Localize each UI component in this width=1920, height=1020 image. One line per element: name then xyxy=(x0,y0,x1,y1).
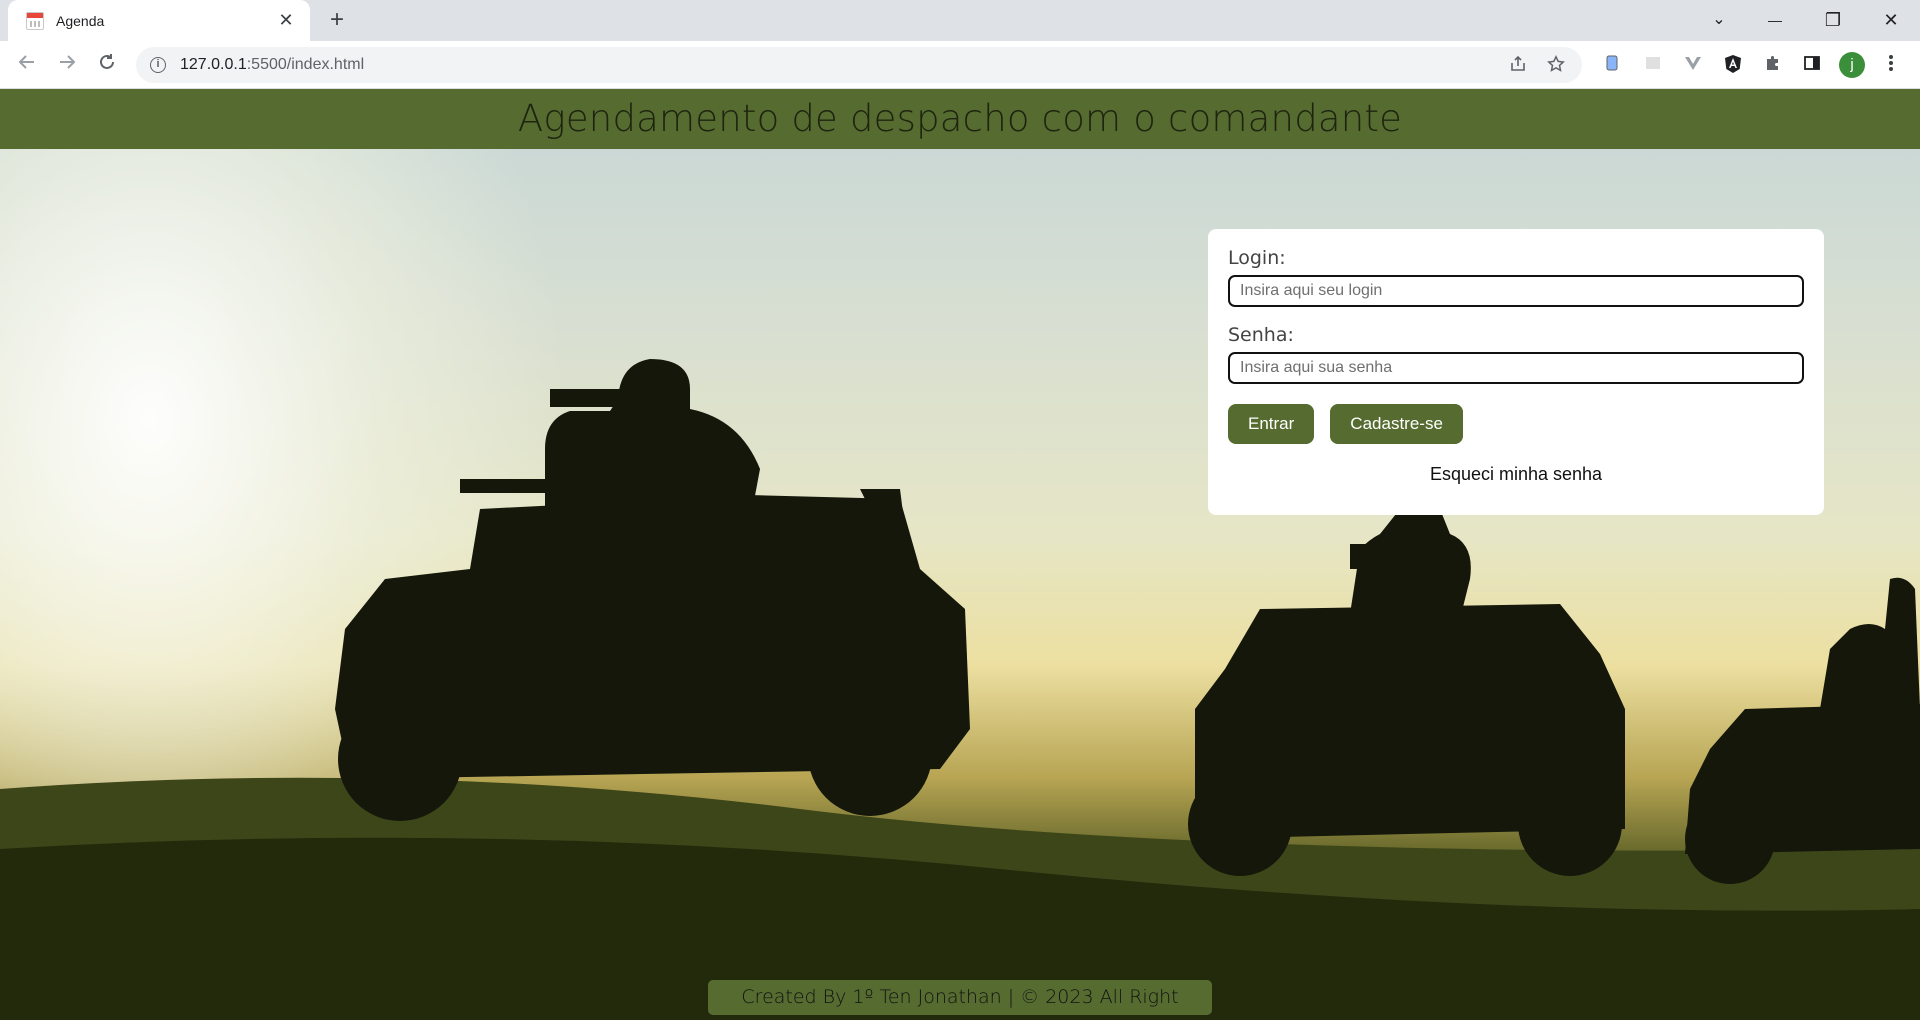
star-icon[interactable] xyxy=(1546,55,1566,75)
tab-title: Agenda xyxy=(56,12,105,29)
forgot-password-link[interactable]: Esqueci minha senha xyxy=(1228,464,1804,485)
login-label: Login: xyxy=(1228,247,1286,269)
password-input[interactable] xyxy=(1228,352,1804,384)
page-title: Agendamento de despacho com o comandante xyxy=(517,97,1403,140)
back-arrow-icon[interactable] xyxy=(12,50,42,80)
page-header: Agendamento de despacho com o comandante xyxy=(0,89,1920,149)
url-path: :5500/index.html xyxy=(246,56,365,73)
restore-button[interactable]: ❐ xyxy=(1810,4,1856,36)
button-row: Entrar Cadastre-se xyxy=(1228,404,1804,444)
profile-avatar[interactable]: j xyxy=(1839,52,1865,78)
register-button[interactable]: Cadastre-se xyxy=(1330,404,1463,444)
info-icon[interactable]: i xyxy=(150,57,166,73)
tab-close-icon[interactable]: ✕ xyxy=(276,10,296,31)
minimize-button[interactable]: — xyxy=(1752,4,1798,36)
more-vert-icon[interactable] xyxy=(1880,54,1902,76)
address-bar[interactable]: i 127.0.0.1:5500/index.html xyxy=(136,47,1582,83)
extension-blank-icon[interactable] xyxy=(1642,54,1664,76)
calendar-favicon-icon xyxy=(26,11,44,30)
side-panel-icon[interactable] xyxy=(1801,54,1823,76)
reload-icon[interactable] xyxy=(92,50,122,80)
browser-tab-active[interactable]: Agenda ✕ xyxy=(8,0,310,41)
forward-arrow-icon[interactable] xyxy=(52,50,82,80)
puzzle-icon[interactable] xyxy=(1762,54,1784,76)
window-close-button[interactable]: ✕ xyxy=(1868,4,1914,36)
footer-text: Created By 1º Ten Jonathan | © 2023 All … xyxy=(741,986,1179,1008)
enter-button[interactable]: Entrar xyxy=(1228,404,1315,444)
vue-devtools-icon[interactable] xyxy=(1682,54,1704,76)
new-tab-button[interactable]: + xyxy=(322,6,352,36)
extension-phone-icon[interactable] xyxy=(1601,54,1623,76)
password-label: Senha: xyxy=(1228,324,1294,346)
browser-tabbar: Agenda ✕ + ⌄ — ❐ ✕ xyxy=(0,0,1920,41)
login-input[interactable] xyxy=(1228,275,1804,307)
page-viewport: Agendamento de despacho com o comandante… xyxy=(0,89,1920,1020)
tab-search-icon[interactable]: ⌄ xyxy=(1696,4,1742,36)
login-form: Login: Senha: Entrar Cadastre-se Esqueci… xyxy=(1208,229,1824,515)
share-icon[interactable] xyxy=(1508,55,1528,75)
url-host: 127.0.0.1 xyxy=(180,56,247,73)
browser-toolbar: i 127.0.0.1:5500/index.html j xyxy=(0,41,1920,89)
page-footer: Created By 1º Ten Jonathan | © 2023 All … xyxy=(708,980,1212,1015)
angular-devtools-icon[interactable] xyxy=(1722,54,1744,76)
